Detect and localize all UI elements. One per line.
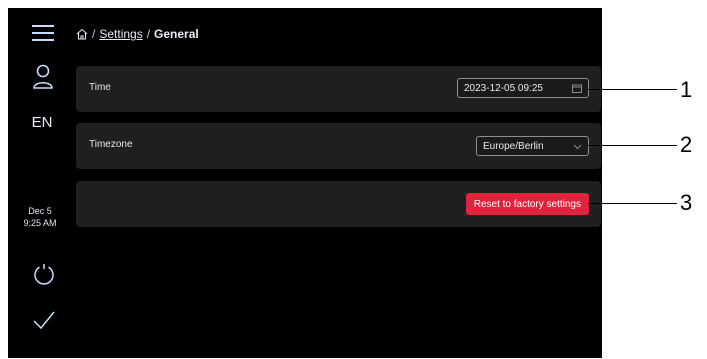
timezone-value: Europe/Berlin	[483, 140, 544, 152]
timezone-select[interactable]: Europe/Berlin	[476, 136, 589, 156]
callout-number-2: 2	[680, 132, 693, 157]
reset-row: Reset to factory settings	[76, 181, 601, 227]
callout-line-3	[588, 203, 677, 204]
breadcrumb: / Settings / General	[76, 27, 199, 41]
breadcrumb-settings-link[interactable]: Settings	[99, 27, 142, 41]
time-row: Time 2023-12-05 09:25	[76, 66, 601, 112]
time-value: 2023-12-05 09:25	[464, 82, 543, 94]
settings-screen: EN Dec 5 9:25 AM / Settings / General Ti…	[8, 8, 602, 358]
timezone-label: Timezone	[89, 139, 133, 150]
callout-number-1: 1	[680, 77, 693, 102]
checkmark-icon[interactable]	[32, 309, 56, 331]
time-label: Time	[89, 82, 111, 93]
datetime-display: Dec 5 9:25 AM	[8, 205, 72, 229]
home-icon[interactable]	[76, 28, 88, 40]
breadcrumb-separator: /	[92, 27, 96, 41]
breadcrumb-separator: /	[146, 27, 151, 41]
sidebar-time: 9:25 AM	[23, 218, 57, 228]
calendar-icon[interactable]	[572, 84, 582, 93]
user-icon[interactable]	[32, 64, 54, 90]
callout-line-1	[588, 89, 677, 90]
callout-line-2	[588, 145, 677, 146]
sidebar-date: Dec 5	[28, 206, 52, 216]
sidebar: EN Dec 5 9:25 AM	[8, 8, 72, 358]
breadcrumb-current: General	[154, 27, 199, 41]
callout-number-3: 3	[680, 190, 693, 215]
hamburger-menu-icon[interactable]	[32, 24, 54, 42]
reset-factory-settings-button[interactable]: Reset to factory settings	[465, 193, 589, 215]
language-selector[interactable]: EN	[27, 114, 57, 131]
timezone-row: Timezone Europe/Berlin	[76, 123, 601, 169]
power-icon[interactable]	[32, 262, 56, 286]
time-input[interactable]: 2023-12-05 09:25	[457, 78, 589, 98]
chevron-down-icon	[573, 144, 582, 149]
